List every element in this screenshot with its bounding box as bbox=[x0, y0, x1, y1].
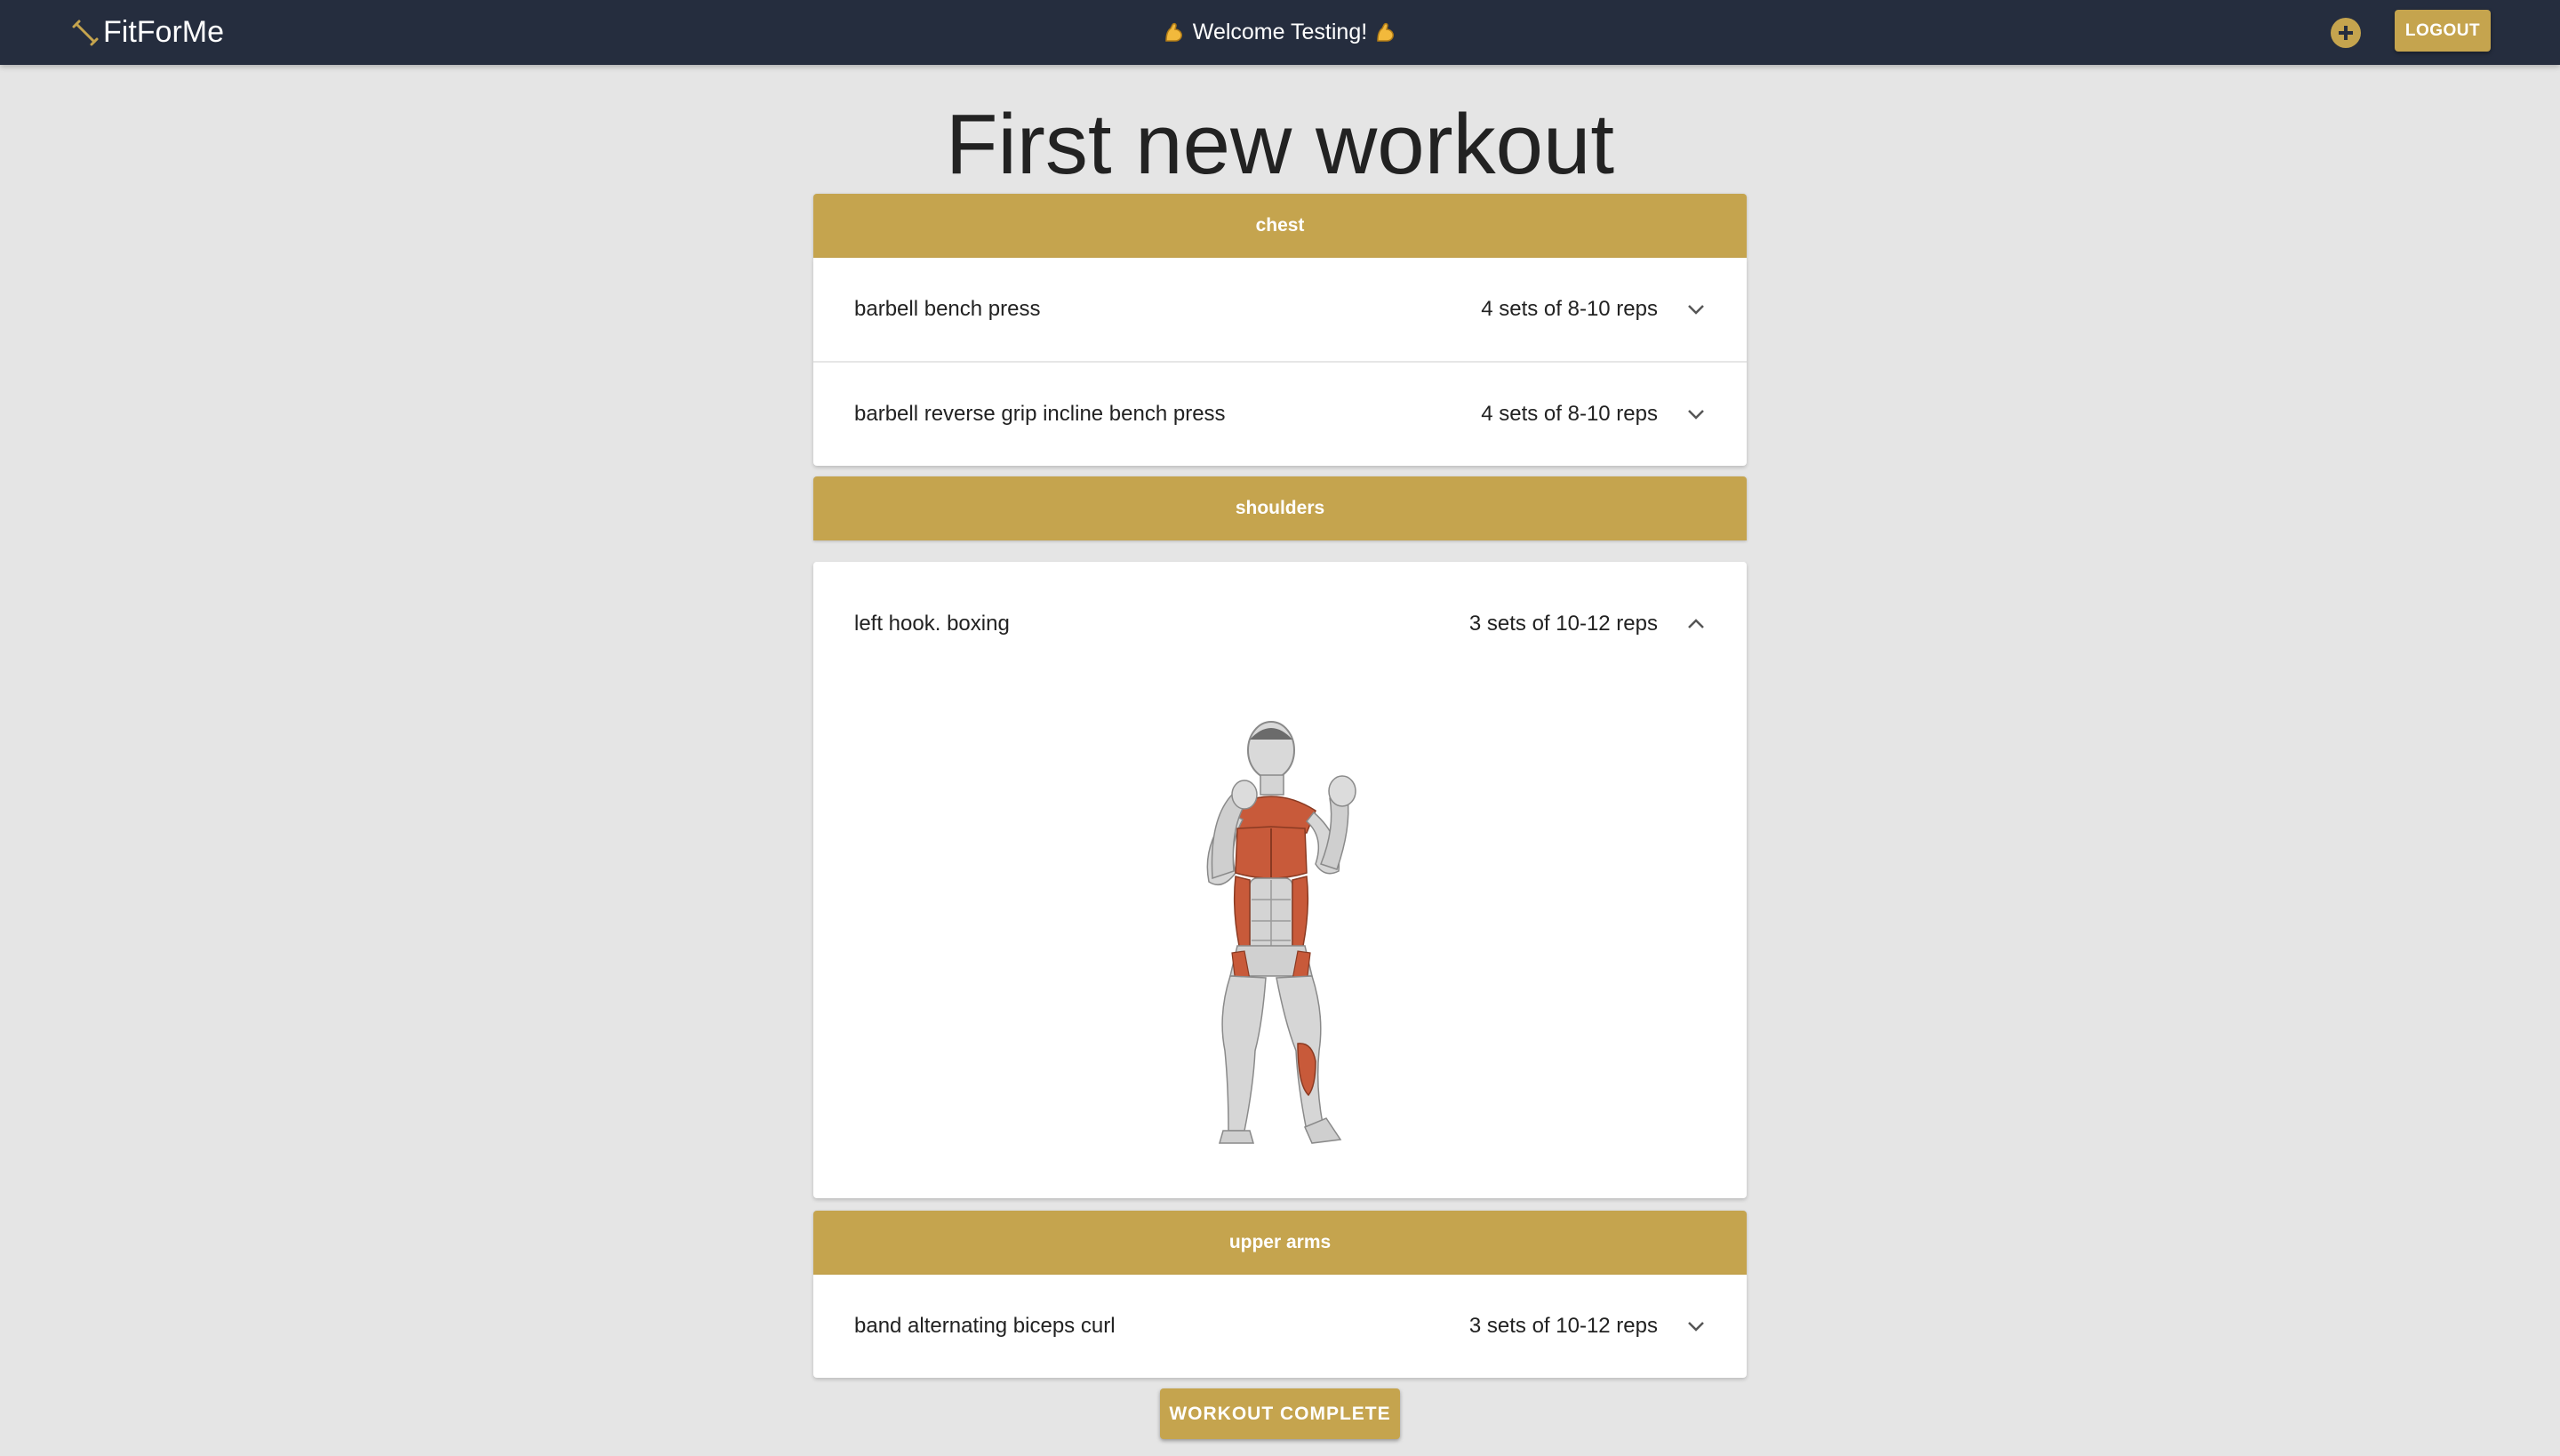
chevron-up-icon[interactable] bbox=[1686, 618, 1706, 630]
exercise-image bbox=[813, 713, 1747, 1157]
group-header: chest bbox=[813, 194, 1747, 258]
muscle-group-upper-arms: upper arms band alternating biceps curl … bbox=[813, 1211, 1747, 1378]
welcome-text: Welcome Testing! bbox=[1192, 20, 1368, 44]
page-title: First new workout bbox=[945, 97, 1615, 192]
chevron-down-icon[interactable] bbox=[1686, 303, 1706, 316]
app-bar: FitForMe Welcome Testing! LOGOUT bbox=[0, 0, 2560, 65]
exercise-name: band alternating biceps curl bbox=[854, 1314, 1116, 1338]
exercise-row[interactable]: band alternating biceps curl 3 sets of 1… bbox=[813, 1275, 1747, 1378]
exercise-name: left hook. boxing bbox=[854, 612, 1010, 636]
welcome-message: Welcome Testing! bbox=[0, 0, 2560, 65]
workout-complete-button[interactable]: WORKOUT COMPLETE bbox=[1160, 1388, 1400, 1439]
exercise-list: barbell bench press 4 sets of 8-10 reps … bbox=[813, 258, 1747, 466]
muscle-group-shoulders: shoulders bbox=[813, 476, 1747, 540]
exercise-sets: 4 sets of 8-10 reps bbox=[1481, 297, 1658, 321]
chevron-down-icon[interactable] bbox=[1686, 1320, 1706, 1332]
group-header: shoulders bbox=[813, 476, 1747, 540]
brand-link[interactable]: FitForMe bbox=[71, 0, 224, 65]
exercise-row[interactable]: left hook. boxing 3 sets of 10-12 reps bbox=[813, 562, 1747, 686]
anatomy-figure-illustration bbox=[1206, 721, 1356, 1144]
exercise-sets: 4 sets of 8-10 reps bbox=[1481, 402, 1658, 426]
chevron-down-icon[interactable] bbox=[1686, 408, 1706, 420]
flexed-biceps-icon bbox=[1374, 21, 1397, 44]
muscle-group-chest: chest barbell bench press 4 sets of 8-10… bbox=[813, 194, 1747, 466]
exercise-name: barbell bench press bbox=[854, 297, 1041, 321]
exercise-sets: 3 sets of 10-12 reps bbox=[1468, 1314, 1658, 1338]
exercise-row[interactable]: barbell bench press 4 sets of 8-10 reps bbox=[813, 258, 1747, 361]
exercise-list: band alternating biceps curl 3 sets of 1… bbox=[813, 1275, 1747, 1378]
logout-button[interactable]: LOGOUT bbox=[2395, 10, 2491, 52]
exercise-sets: 3 sets of 10-12 reps bbox=[1468, 612, 1658, 636]
expanded-exercise-card: left hook. boxing 3 sets of 10-12 reps bbox=[813, 562, 1747, 1198]
exercise-name: barbell reverse grip incline bench press bbox=[854, 402, 1226, 426]
group-header: upper arms bbox=[813, 1211, 1747, 1275]
brand-name: FitForMe bbox=[103, 15, 224, 49]
dumbbell-icon bbox=[71, 19, 100, 47]
exercise-row[interactable]: barbell reverse grip incline bench press… bbox=[813, 361, 1747, 466]
flexed-biceps-icon bbox=[1163, 21, 1186, 44]
add-workout-button[interactable] bbox=[2331, 18, 2361, 48]
